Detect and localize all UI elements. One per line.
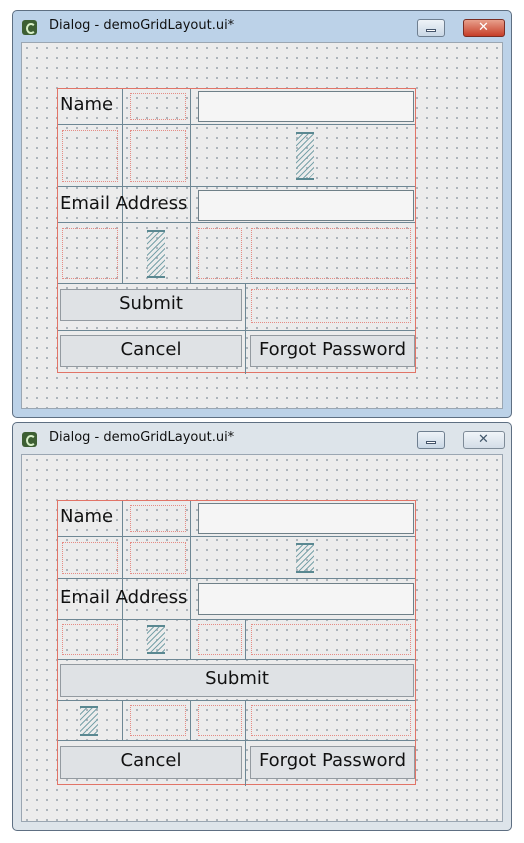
vertical-spacer-icon[interactable]	[147, 625, 165, 654]
grid-line	[58, 330, 415, 331]
close-button[interactable]	[463, 19, 505, 37]
grid-layout[interactable]: Name Email Address Submit Cancel Forgot …	[57, 88, 416, 374]
grid-line	[58, 700, 415, 701]
forgot-password-button[interactable]: Forgot Password	[250, 335, 415, 367]
vertical-spacer-icon[interactable]	[296, 132, 314, 180]
grid-line	[190, 700, 191, 740]
grid-line	[58, 619, 415, 620]
empty-cell	[130, 705, 186, 736]
grid-line	[58, 536, 415, 537]
designer-dialog-window-2: Dialog - demoGridLayout.ui* Name	[12, 422, 512, 831]
grid-line	[58, 186, 415, 187]
empty-cell	[251, 705, 411, 736]
designer-dialog-window-1: Dialog - demoGridLayout.ui* Name	[12, 10, 512, 418]
form-canvas[interactable]: Name Email Address Submit Cancel Forgot …	[21, 454, 503, 822]
empty-cell	[198, 228, 242, 279]
name-label: Name	[60, 94, 114, 115]
vertical-spacer-icon[interactable]	[296, 543, 314, 573]
grid-line	[58, 283, 415, 284]
empty-cell	[251, 228, 411, 279]
email-label: Email Address	[60, 193, 188, 214]
empty-cell	[198, 624, 242, 655]
empty-cell	[62, 542, 118, 574]
grid-line	[245, 619, 246, 659]
empty-cell	[62, 130, 118, 182]
title-bar[interactable]: Dialog - demoGridLayout.ui*	[13, 11, 511, 41]
submit-button[interactable]: Submit	[60, 289, 242, 321]
empty-cell	[130, 93, 186, 120]
grid-line	[122, 501, 123, 659]
email-input[interactable]	[198, 583, 414, 615]
grid-line	[122, 222, 123, 284]
grid-line	[58, 740, 415, 741]
grid-line	[58, 124, 415, 125]
grid-line	[190, 501, 191, 659]
forgot-password-button[interactable]: Forgot Password	[250, 746, 415, 779]
email-label: Email Address	[60, 587, 188, 608]
form-canvas[interactable]: Name Email Address Submit Cancel Forgot …	[21, 42, 503, 409]
title-bar[interactable]: Dialog - demoGridLayout.ui*	[13, 423, 511, 453]
cancel-button[interactable]: Cancel	[60, 335, 242, 367]
empty-cell	[251, 624, 411, 655]
empty-cell	[62, 624, 118, 655]
close-button[interactable]	[463, 431, 505, 449]
email-input[interactable]	[198, 190, 414, 221]
grid-layout[interactable]: Name Email Address Submit Cancel Forgot …	[57, 500, 416, 786]
empty-cell	[198, 705, 242, 736]
cancel-button[interactable]: Cancel	[60, 746, 242, 779]
empty-cell	[251, 289, 411, 323]
minimize-button[interactable]	[417, 19, 445, 37]
window-title: Dialog - demoGridLayout.ui*	[49, 18, 235, 33]
grid-line	[245, 283, 246, 374]
grid-line	[58, 659, 415, 660]
name-input[interactable]	[198, 91, 414, 122]
grid-line	[58, 222, 415, 223]
qt-designer-icon	[22, 20, 37, 35]
name-label: Name	[60, 506, 114, 527]
submit-button[interactable]: Submit	[60, 664, 414, 697]
qt-designer-icon	[22, 432, 37, 447]
empty-cell	[62, 228, 118, 279]
empty-cell	[130, 130, 186, 182]
vertical-spacer-icon[interactable]	[147, 230, 165, 278]
grid-line	[245, 700, 246, 786]
grid-line	[58, 578, 415, 579]
vertical-spacer-icon[interactable]	[80, 706, 98, 736]
grid-line	[122, 700, 123, 740]
minimize-button[interactable]	[417, 431, 445, 449]
empty-cell	[130, 505, 186, 532]
name-input[interactable]	[198, 503, 414, 534]
window-title: Dialog - demoGridLayout.ui*	[49, 430, 235, 445]
empty-cell	[130, 542, 186, 574]
